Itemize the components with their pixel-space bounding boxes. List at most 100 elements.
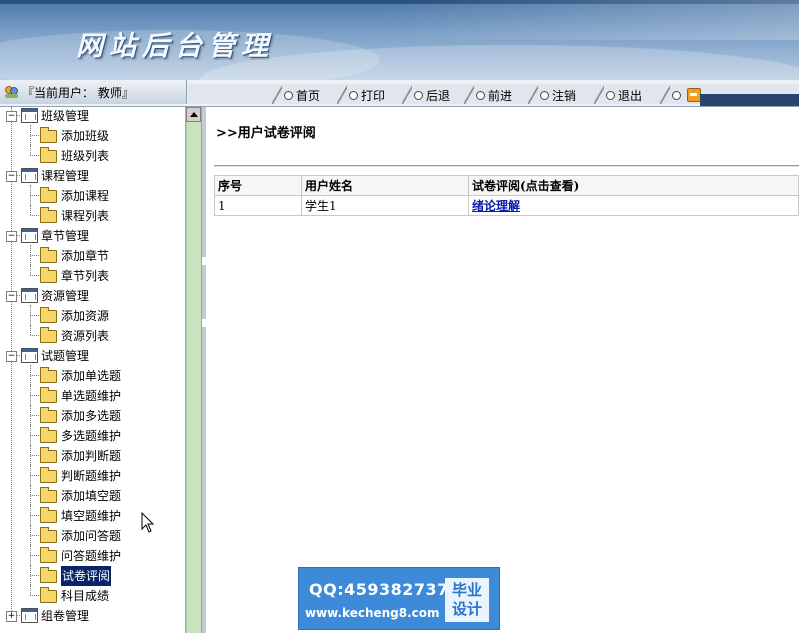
row-index: 1 — [214, 195, 302, 216]
watermark-badge: QQ:459382737 www.kecheng8.com 毕业 设计 — [298, 567, 500, 630]
tree-item-label: 资源列表 — [61, 329, 110, 343]
folder-icon — [40, 327, 57, 343]
users-icon — [5, 86, 18, 98]
tree-item-label: 添加单选题 — [61, 369, 122, 383]
nav-label: 注销 — [552, 88, 577, 103]
tree-item-label: 试卷评阅 — [61, 566, 112, 586]
folder-icon — [40, 507, 57, 523]
tree-connector — [30, 595, 39, 596]
tree-group-label: 试题管理 — [41, 349, 90, 363]
tree-connector — [30, 215, 39, 216]
folder-icon — [40, 587, 57, 603]
tree-group[interactable]: + 组卷管理 — [0, 608, 183, 631]
tree-connector — [30, 395, 39, 396]
current-user-box: 『当前用户： 教师』 — [0, 80, 187, 104]
page-title: >>用户试卷评阅 — [216, 126, 316, 141]
sidebar-scrollbar[interactable] — [185, 107, 202, 633]
column-header: 试卷评阅(点击查看) — [468, 175, 799, 196]
divider-line — [214, 165, 799, 167]
tree-connector — [30, 335, 39, 336]
scroll-up-button[interactable] — [186, 107, 201, 122]
nav-print-button[interactable]: 打印 — [337, 86, 385, 104]
collapse-toggle-icon[interactable]: − — [6, 111, 17, 122]
nav-separator — [594, 86, 604, 104]
nav-bullet-icon — [540, 90, 549, 100]
nav-back-button[interactable]: 后退 — [402, 86, 450, 104]
column-header: 用户姓名 — [301, 175, 469, 196]
folder-icon — [40, 207, 57, 223]
folder-icon — [40, 547, 57, 563]
nav-logout-button[interactable]: 注销 — [528, 86, 576, 104]
folder-icon — [40, 267, 57, 283]
nav-separator — [337, 86, 347, 104]
header-banner: 网站后台管理 — [0, 0, 799, 80]
tree-item-label: 添加班级 — [61, 129, 110, 143]
module-icon — [21, 288, 38, 303]
folder-icon — [40, 367, 57, 383]
collapse-toggle-icon[interactable]: − — [6, 171, 17, 182]
expand-toggle-icon[interactable]: + — [6, 611, 17, 622]
folder-icon — [40, 307, 57, 323]
scroll-thumb[interactable] — [186, 123, 201, 633]
home-icon — [687, 88, 701, 102]
watermark-qq: QQ:459382737 — [309, 580, 449, 599]
seal-line: 设计 — [451, 600, 482, 618]
nav-exit-button[interactable]: 退出 — [594, 86, 642, 104]
tree-item-label: 判断题维护 — [61, 469, 122, 483]
nav-home-button[interactable]: 首页 — [272, 86, 320, 104]
nav-label: 首页 — [296, 88, 321, 103]
collapse-toggle-icon[interactable]: − — [6, 231, 17, 242]
folder-icon — [40, 127, 57, 143]
paper-review-link[interactable]: 绪论理解 — [472, 199, 520, 213]
tree-item-label: 多选题维护 — [61, 429, 122, 443]
folder-icon — [40, 247, 57, 263]
column-header: 序号 — [214, 175, 302, 196]
nav-label: 打印 — [361, 88, 386, 103]
nav-separator — [402, 86, 412, 104]
tree-item-label: 单选题维护 — [61, 389, 122, 403]
folder-icon — [40, 487, 57, 503]
folder-icon — [40, 147, 57, 163]
tree-item-label: 课程列表 — [61, 209, 110, 223]
tree-item-label: 科目成绩 — [61, 589, 110, 603]
tree-connector — [30, 415, 39, 416]
mouse-cursor-icon — [141, 512, 155, 533]
tree-item-label: 添加章节 — [61, 249, 110, 263]
nav-bullet-icon — [284, 90, 293, 100]
collapse-toggle-icon[interactable]: − — [6, 291, 17, 302]
current-user-label: 『当前用户： 教师』 — [22, 86, 134, 100]
navbar-right-band — [700, 94, 799, 106]
table-row: 1 学生1 绪论理解 — [214, 195, 799, 216]
banner-decoration — [380, 0, 799, 40]
module-icon — [21, 348, 38, 363]
tree-connector — [30, 575, 39, 576]
tree-connector — [16, 295, 20, 296]
module-icon — [21, 168, 38, 183]
folder-icon — [40, 387, 57, 403]
seal-line: 毕业 — [451, 581, 482, 599]
nav-extra[interactable] — [660, 86, 701, 104]
review-table: 序号 用户姓名 试卷评阅(点击查看) 1 学生1 绪论理解 — [214, 175, 799, 216]
folder-icon — [40, 427, 57, 443]
nav-forward-button[interactable]: 前进 — [464, 86, 512, 104]
nav-bullet-icon — [349, 90, 358, 100]
folder-icon — [40, 467, 57, 483]
nav-separator — [660, 86, 670, 104]
tree-connector — [30, 135, 39, 136]
tree-connector — [30, 155, 39, 156]
main-content: >>用户试卷评阅 序号 用户姓名 试卷评阅(点击查看) 1 学生1 绪论理解 — [206, 107, 799, 633]
nav-bullet-icon — [606, 90, 615, 100]
sidebar-tree-panel: − 班级管理 添加班级 班级列表 − 课程管理 添加课程 课程列表 − 章节管理 添加章节 章节列表 −… — [0, 107, 186, 633]
folder-icon — [40, 567, 57, 583]
tree-connector — [30, 455, 39, 456]
nav-bullet-icon — [476, 90, 485, 100]
tree-group-label: 章节管理 — [41, 229, 90, 243]
tree-item-label: 添加课程 — [61, 189, 110, 203]
collapse-toggle-icon[interactable]: − — [6, 351, 17, 362]
nav-separator — [464, 86, 474, 104]
nav-bullet-icon — [672, 90, 681, 100]
nav-label: 后退 — [426, 88, 451, 103]
tree-item-label: 问答题维护 — [61, 549, 122, 563]
tree-group-label: 班级管理 — [41, 109, 90, 123]
tree-connector — [30, 475, 39, 476]
